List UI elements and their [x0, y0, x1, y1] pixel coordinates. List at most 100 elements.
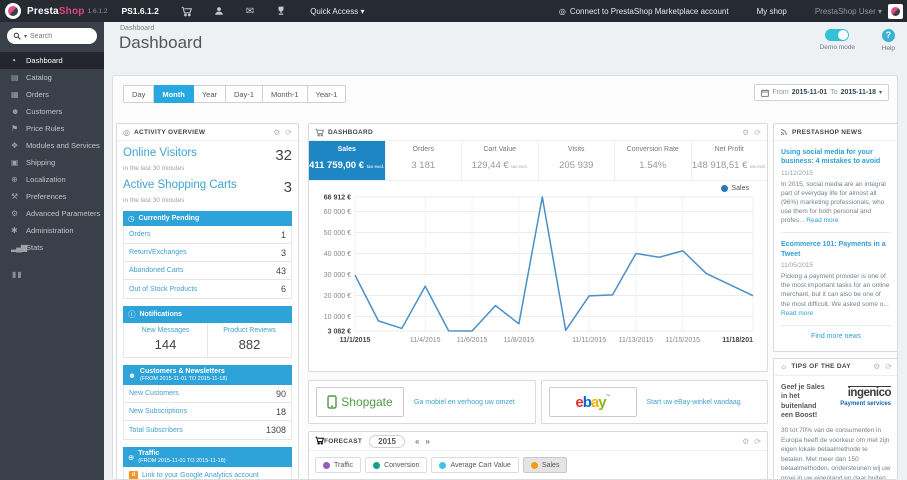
refresh-icon[interactable]: ⟳ [885, 362, 892, 371]
svg-text:11/8/2015: 11/8/2015 [504, 337, 535, 344]
sidebar-item-label: Price Rules [26, 124, 65, 133]
help-icon[interactable]: ? [881, 29, 895, 42]
sidebar-item-orders[interactable]: ▦ Orders [0, 86, 104, 103]
messages-icon[interactable]: ✉ [246, 6, 254, 17]
new-subscriptions-row[interactable]: New Subscriptions 18 [124, 403, 291, 421]
gear-icon[interactable]: ⚙ [742, 128, 749, 137]
new-customers-row[interactable]: New Customers 90 [124, 385, 291, 403]
pending-row-orders[interactable]: Orders 1 [124, 226, 291, 244]
news-article-title[interactable]: Ecommerce 101: Payments in a Tweet [781, 240, 891, 259]
active-carts-link[interactable]: Active Shopping Carts [123, 179, 237, 191]
shopgate-logo: Shopgate [316, 387, 404, 417]
refresh-icon[interactable]: ⟳ [754, 437, 761, 446]
google-analytics-link[interactable]: ıl Link to your Google Analytics account [123, 467, 292, 479]
topbar-right: ◎ Connect to PrestaShop Marketplace acco… [559, 3, 907, 19]
customer-icon[interactable] [214, 6, 224, 16]
chart-legend[interactable]: Sales [721, 185, 749, 192]
range-year-button[interactable]: Year [193, 85, 226, 103]
ebay-link[interactable]: Start uw eBay-winkel vandaag [647, 399, 741, 406]
my-shop-link[interactable]: My shop [757, 7, 787, 16]
read-more-link[interactable]: Read more [806, 217, 838, 224]
gear-icon[interactable]: ⚙ [873, 362, 880, 371]
range-month-button[interactable]: Month [154, 85, 194, 103]
sidebar-item-preferences[interactable]: ⚒ Preferences [0, 188, 104, 205]
online-visitors-link[interactable]: Online Visitors [123, 147, 197, 159]
localization-icon: ⊕ [11, 175, 18, 184]
shop-name-link[interactable]: PS1.6.1.2 [121, 6, 158, 16]
metric-net-profit[interactable]: Net Profit 148 918,51 € tax excl. [692, 141, 768, 180]
clock-icon: ◷ [128, 214, 135, 223]
cart-icon [315, 432, 325, 450]
sidebar-item-shipping[interactable]: ▣ Shipping [0, 154, 104, 171]
quick-access-menu[interactable]: Quick Access ▾ [310, 7, 364, 16]
date-range-picker[interactable]: From 2015-11-01 To 2015-11-18 ▾ [754, 84, 889, 101]
forecast-chip-sales[interactable]: Sales [522, 457, 568, 473]
find-more-news-link[interactable]: Find more news [781, 333, 891, 340]
pending-row-abandoned-carts[interactable]: Abandoned Carts 43 [124, 262, 291, 280]
svg-text:66 912 €: 66 912 € [324, 195, 351, 202]
sidebar-item-administration[interactable]: ✱ Administration [0, 222, 104, 239]
sidebar-item-advanced-parameters[interactable]: ⚙ Advanced Parameters [0, 205, 104, 222]
breadcrumb[interactable]: Dashboard [120, 25, 154, 32]
pending-row-returns[interactable]: Return/Exchanges 3 [124, 244, 291, 262]
shopgate-banner[interactable]: Shopgate Ga mobiel en verhoog uw omzet [308, 380, 536, 424]
sidebar-item-label: Modules and Services [26, 141, 100, 150]
search-input[interactable] [30, 32, 81, 40]
customers-icon: ☻ [11, 107, 19, 116]
news-panel-title: PRESTASHOP NEWS [792, 128, 862, 136]
activity-panel-title: ACTIVITY OVERVIEW [133, 128, 206, 136]
sidebar-item-customers[interactable]: ☻ Customers [0, 103, 104, 120]
next-year-icon[interactable]: » [422, 437, 432, 446]
metric-cart-value[interactable]: Cart Value 129,44 € tax excl. [462, 141, 539, 180]
marketplace-connect-link[interactable]: ◎ Connect to PrestaShop Marketplace acco… [559, 7, 729, 16]
metric-conversion-rate[interactable]: Conversion Rate 1.54% [615, 141, 692, 180]
read-more-link[interactable]: Read more [781, 310, 813, 317]
refresh-icon[interactable]: ⟳ [285, 128, 292, 137]
prestashop-dashboard: PrestaShop 1.6.1.2 PS1.6.1.2 ✉ Quick Acc… [0, 0, 907, 480]
notifications-header: ⓘ Notifications [123, 306, 292, 323]
sidebar-item-label: Stats [26, 243, 44, 252]
demo-mode-toggle[interactable] [825, 29, 850, 41]
gear-icon[interactable]: ⚙ [742, 437, 749, 446]
ebay-banner[interactable]: ebay™ Start uw eBay-winkel vandaag [540, 380, 768, 424]
range-day-1-button[interactable]: Day-1 [226, 85, 264, 103]
legend-dot-icon [721, 185, 729, 192]
active-carts-sub: in the last 30 minutes [123, 197, 185, 204]
cart-icon[interactable] [181, 6, 192, 17]
user-menu[interactable]: PrestaShop User ▾ [815, 7, 882, 16]
forecast-year-selector[interactable]: 2015 [369, 434, 405, 448]
metric-sales[interactable]: Sales 411 759,00 € tax excl. [309, 141, 386, 180]
sidebar-collapse-icon[interactable]: ▮▮ [12, 270, 104, 279]
prestashop-logo[interactable] [5, 3, 21, 19]
product-reviews-cell[interactable]: Product Reviews 882 [207, 323, 291, 357]
forecast-chip-average-cart-value[interactable]: Average Cart Value [431, 457, 519, 473]
range-day-button[interactable]: Day [123, 85, 155, 103]
trophy-icon[interactable] [276, 6, 286, 16]
search-type-caret-icon[interactable]: ▾ [24, 33, 27, 40]
refresh-icon[interactable]: ⟳ [754, 128, 761, 137]
new-messages-cell[interactable]: New Messages 144 [124, 323, 207, 357]
sales-chart: Sales 3 082 € 10 000 € 20 000 € 30 000 € 40 … [309, 181, 767, 371]
dashboard-column: DASHBOARD ⚙ ⟳ Sales 411 759,00 € tax excl.… [308, 123, 768, 479]
sidebar-item-stats[interactable]: ▂▄▆ Stats [0, 239, 104, 256]
avatar[interactable] [888, 3, 903, 19]
metric-orders[interactable]: Orders 3 181 [386, 141, 462, 180]
news-article-title[interactable]: Using social media for your business: 4 … [781, 148, 891, 167]
sidebar-search[interactable]: ▾ [7, 28, 97, 44]
sidebar-item-modules[interactable]: ❖ Modules and Services [0, 137, 104, 154]
total-subscribers-row[interactable]: Total Subscribers 1308 [124, 421, 291, 439]
sidebar-item-localization[interactable]: ⊕ Localization [0, 171, 104, 188]
sidebar-item-price-rules[interactable]: ⚑ Price Rules [0, 120, 104, 137]
news-article-excerpt: In 2015, social media are an integral pa… [781, 180, 886, 225]
range-year-1-button[interactable]: Year-1 [307, 85, 347, 103]
metric-visits[interactable]: Visits 205 939 [539, 141, 615, 180]
shopgate-link[interactable]: Ga mobiel en verhoog uw omzet [414, 399, 515, 406]
forecast-chip-traffic[interactable]: Traffic [315, 457, 362, 473]
range-month-1-button[interactable]: Month-1 [263, 85, 308, 103]
forecast-chip-conversion[interactable]: Conversion [365, 457, 428, 473]
pending-row-out-of-stock[interactable]: Out of Stock Products 6 [124, 280, 291, 298]
sidebar-item-dashboard[interactable]: ◔ Dashboard [0, 52, 104, 69]
sidebar-item-catalog[interactable]: ▤ Catalog [0, 69, 104, 86]
gear-icon[interactable]: ⚙ [273, 128, 280, 137]
previous-year-icon[interactable]: « [412, 437, 422, 446]
